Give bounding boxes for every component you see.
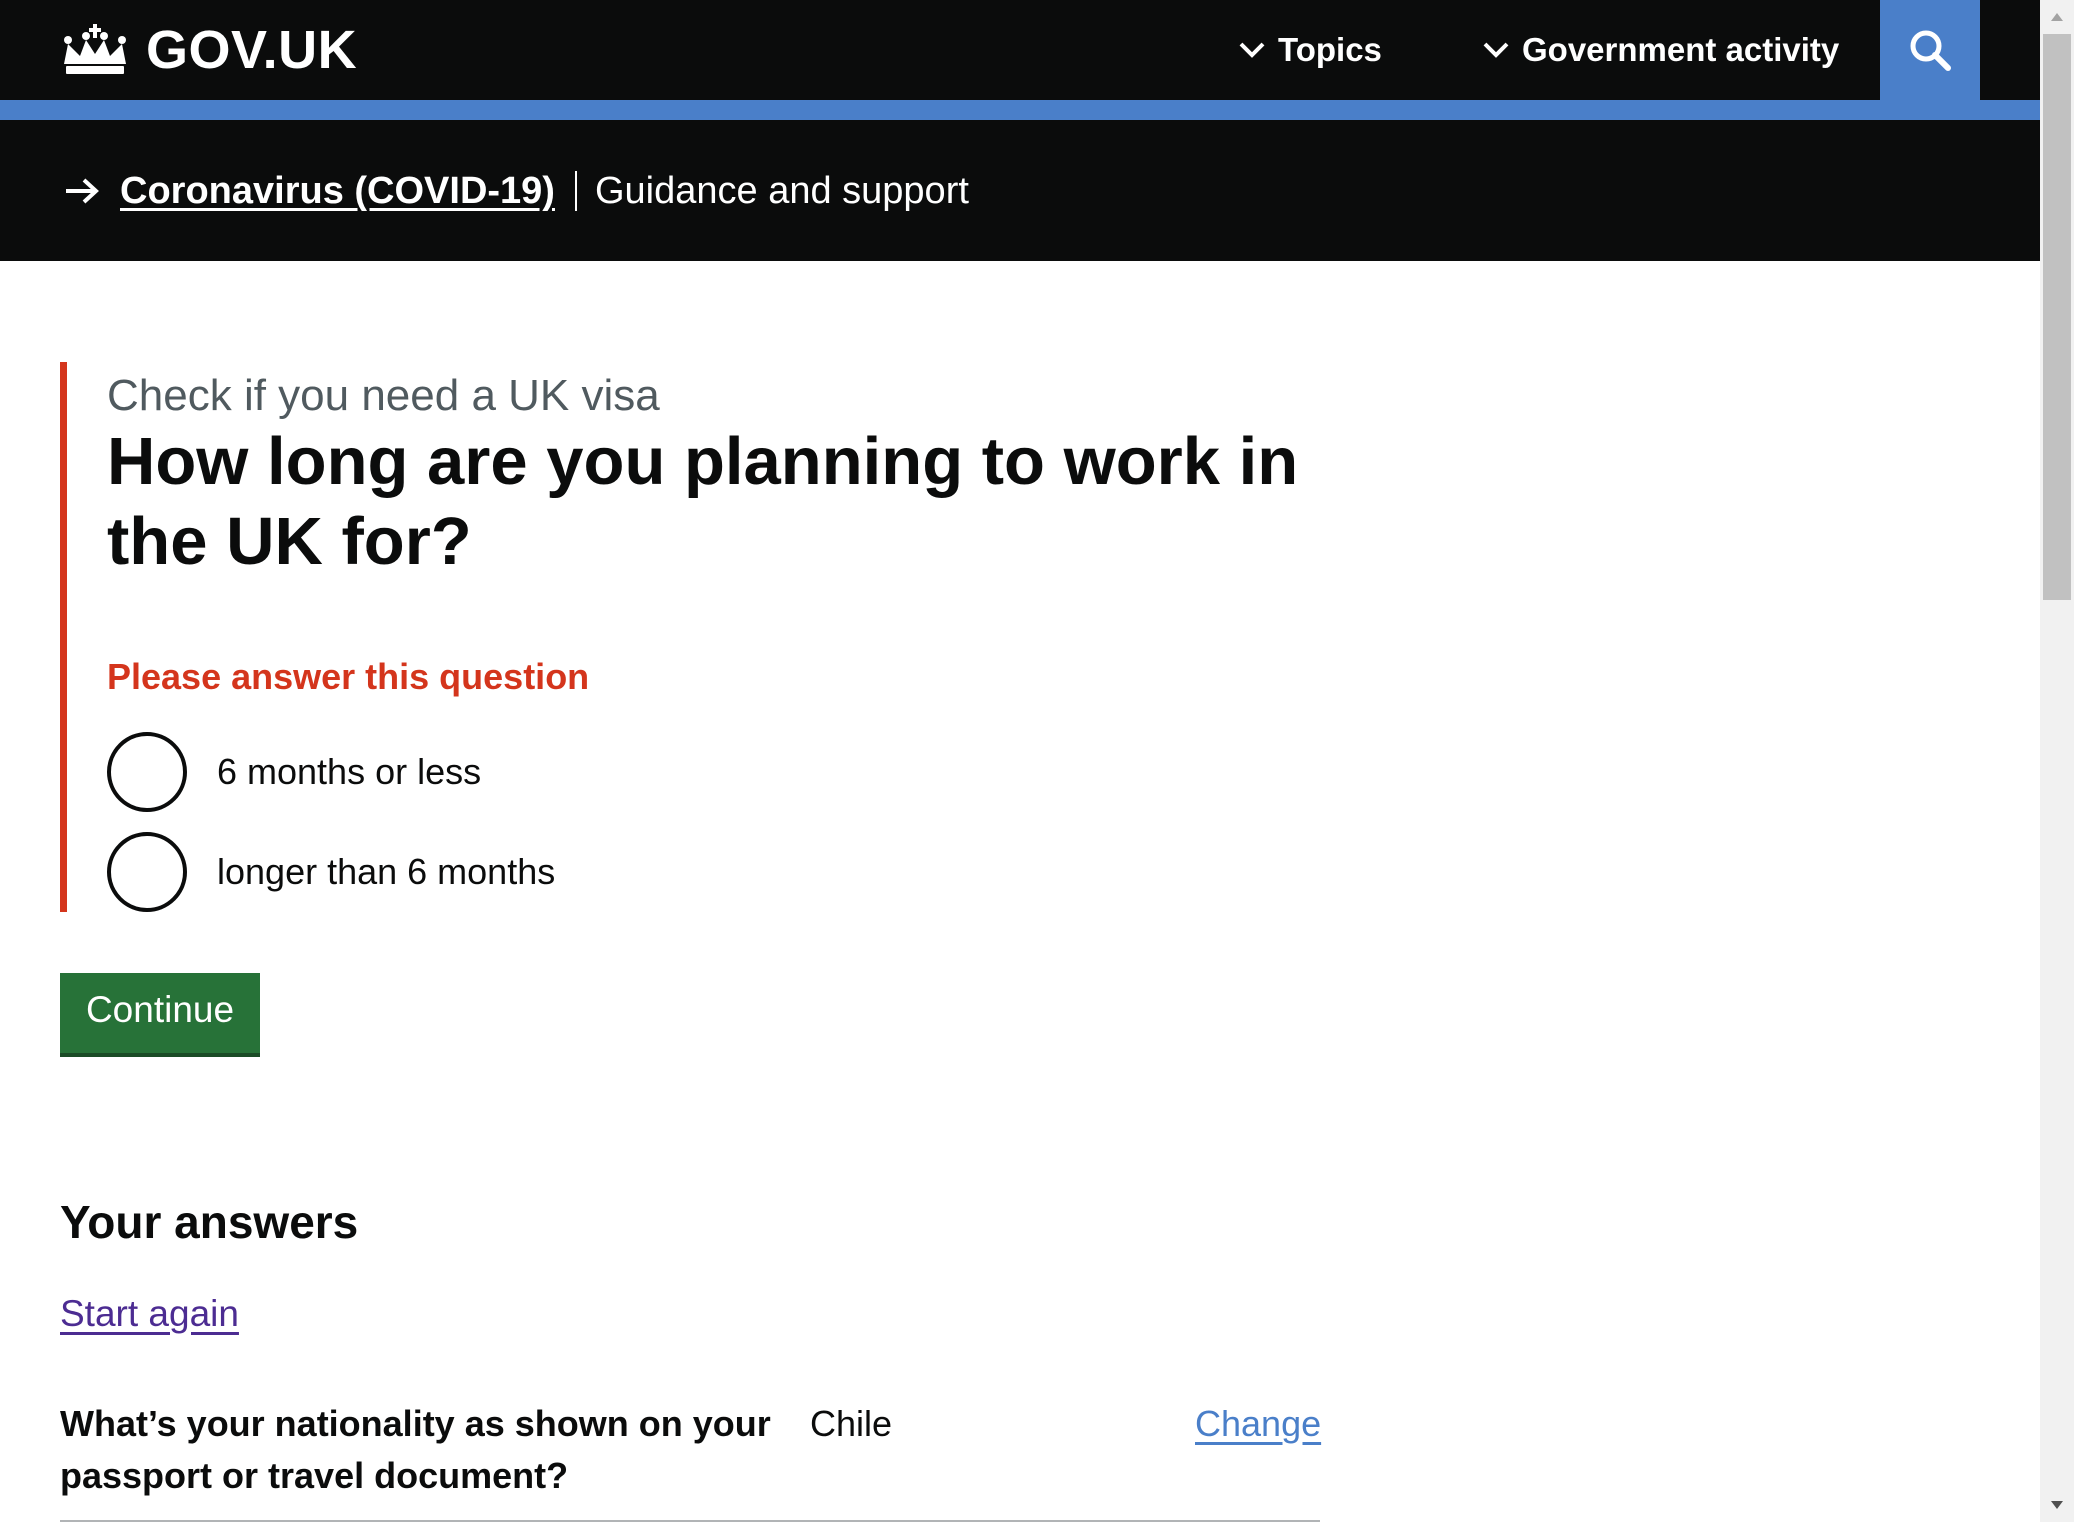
covid-link[interactable]: Coronavirus (COVID-19) [120, 160, 555, 222]
search-icon [1910, 30, 1951, 71]
chevron-down-icon [1483, 42, 1509, 58]
header-blue-bar [0, 100, 2040, 120]
search-button[interactable] [1880, 0, 1980, 100]
radio-option-longer-than-6-months[interactable]: longer than 6 months [107, 832, 555, 912]
radio-option-6-months-or-less[interactable]: 6 months or less [107, 732, 481, 812]
scroll-down-arrow-icon[interactable] [2040, 1488, 2074, 1522]
radio-button[interactable] [107, 732, 187, 812]
form-caption: Check if you need a UK visa [107, 371, 660, 420]
crown-icon [64, 24, 126, 74]
nav-government-activity[interactable]: Government activity [1482, 22, 1839, 78]
scroll-up-arrow-icon[interactable] [2040, 0, 2074, 34]
question-form-group: Check if you need a UK visa How long are… [60, 362, 1340, 912]
change-link[interactable]: Change [1195, 1398, 1321, 1450]
scrollbar-thumb[interactable] [2043, 34, 2071, 600]
scrollbar[interactable] [2040, 0, 2074, 1522]
nav-government-activity-label: Government activity [1522, 31, 1840, 68]
radio-label: longer than 6 months [217, 851, 556, 892]
page-title: How long are you planning to work in the… [107, 424, 1299, 579]
radio-button[interactable] [107, 832, 187, 912]
site-header: GOV.UK Topics Government activity [0, 0, 2040, 100]
nav-topics-label: Topics [1278, 31, 1382, 68]
start-again-link[interactable]: Start again [60, 1287, 239, 1341]
your-answers-heading: Your answers [60, 1196, 359, 1248]
summary-question: What’s your nationality as shown on your… [60, 1403, 771, 1496]
govuk-logo-link[interactable]: GOV.UK [58, 18, 357, 82]
arrow-right-icon [66, 178, 99, 204]
error-message: Please answer this question [107, 656, 590, 697]
banner-text: Guidance and support [594, 170, 969, 212]
logo-text: GOV.UK [146, 20, 358, 80]
chevron-down-icon [1239, 42, 1265, 58]
covid-banner: Coronavirus (COVID-19) Guidance and supp… [0, 120, 2040, 261]
summary-row: What’s your nationality as shown on your… [60, 1398, 1321, 1522]
banner-separator [574, 171, 577, 211]
nav-topics[interactable]: Topics [1238, 22, 1382, 78]
continue-button[interactable]: Continue [60, 973, 260, 1053]
radio-label: 6 months or less [217, 751, 482, 792]
summary-answer: Chile [810, 1403, 893, 1444]
